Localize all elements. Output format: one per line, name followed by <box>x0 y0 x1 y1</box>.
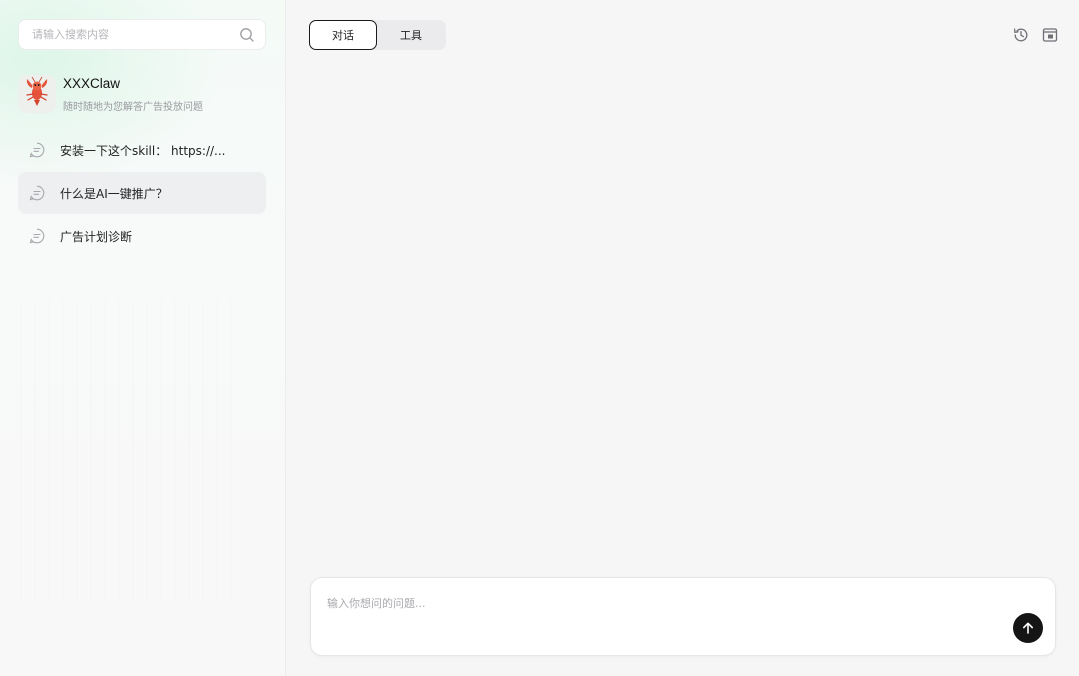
sidebar-toggle-icon[interactable] <box>1041 26 1059 44</box>
conversation-label: 广告计划诊断 <box>60 229 133 244</box>
send-button[interactable] <box>1013 613 1043 643</box>
lobster-icon <box>22 76 52 112</box>
agent-description: 随时随地为您解答广告投放问题 <box>63 102 203 113</box>
message-composer <box>310 577 1056 656</box>
mode-tabs: 对话 工具 <box>309 20 446 50</box>
conversation-list: 安装一下这个skill： https://... 什么是AI一键推广？ 广告计划… <box>18 129 266 258</box>
search-box[interactable] <box>18 19 266 50</box>
sidebar: XXXClaw 随时随地为您解答广告投放问题 安装一下这个skill： http… <box>0 0 286 676</box>
search-input[interactable] <box>32 28 239 41</box>
conversation-item[interactable]: 安装一下这个skill： https://... <box>18 129 266 171</box>
chat-bubble-icon <box>28 227 46 245</box>
chat-bubble-icon <box>28 184 46 202</box>
conversation-item[interactable]: 广告计划诊断 <box>18 215 266 257</box>
search-icon[interactable] <box>239 27 255 43</box>
avatar <box>18 75 56 113</box>
history-icon[interactable] <box>1012 26 1030 44</box>
conversation-item-active[interactable]: 什么是AI一键推广？ <box>18 172 266 214</box>
message-input[interactable] <box>327 595 987 625</box>
top-actions <box>1012 26 1059 44</box>
chat-main: 对话 工具 <box>286 0 1079 676</box>
chat-bubble-icon <box>28 141 46 159</box>
arrow-up-icon <box>1021 621 1035 635</box>
conversation-label: 安装一下这个skill： https://... <box>60 143 226 158</box>
agent-card[interactable]: XXXClaw 随时随地为您解答广告投放问题 <box>18 72 268 116</box>
tab-chat[interactable]: 对话 <box>309 20 377 50</box>
conversation-label: 什么是AI一键推广？ <box>60 186 168 201</box>
tab-tools[interactable]: 工具 <box>377 20 445 50</box>
agent-name: XXXClaw <box>63 76 121 91</box>
app-window: XXXClaw 随时随地为您解答广告投放问题 安装一下这个skill： http… <box>0 0 1079 676</box>
